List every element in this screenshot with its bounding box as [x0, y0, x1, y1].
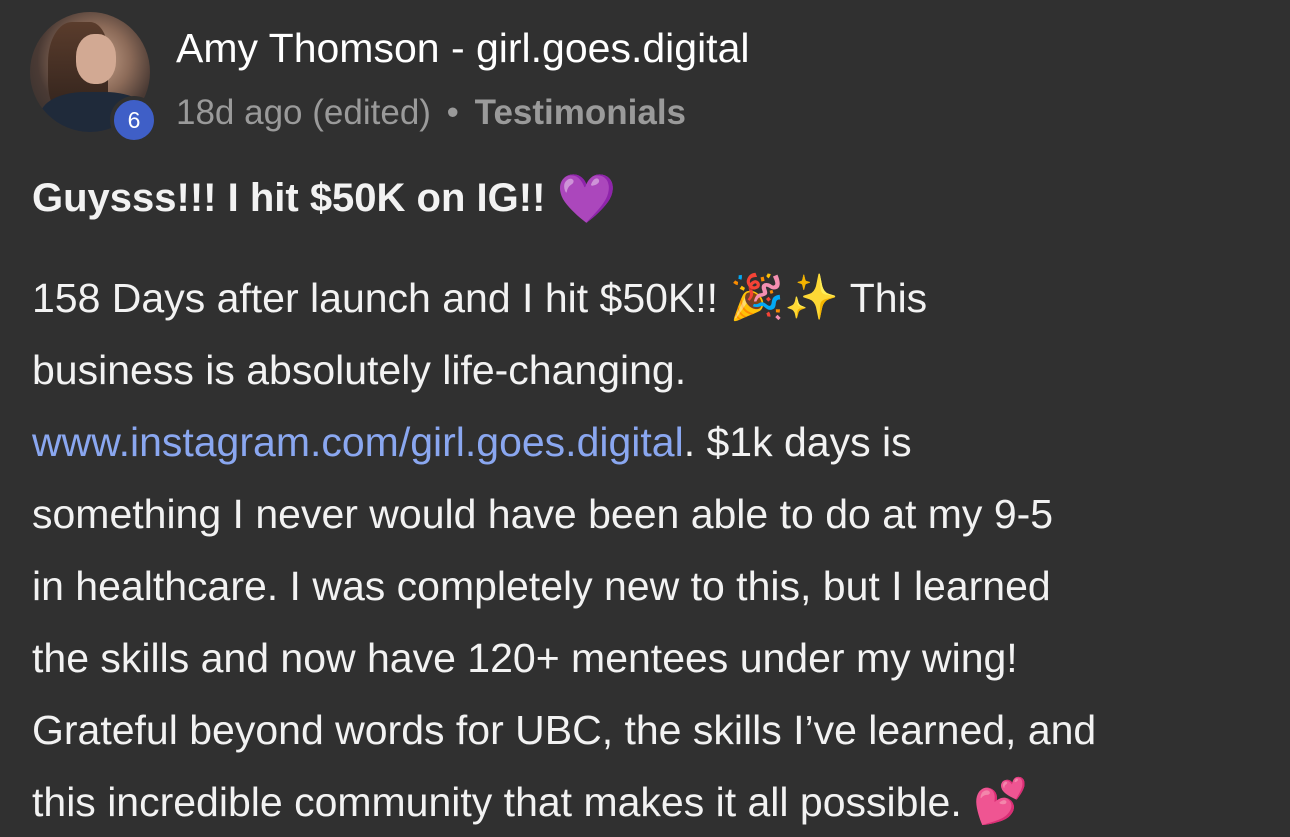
- instagram-link[interactable]: www.instagram.com/girl.goes.digital: [32, 419, 684, 465]
- body-line-1-text: 158 Days after launch and I hit $50K!!: [32, 275, 719, 321]
- body-line-5: in healthcare. I was completely new to t…: [32, 563, 1051, 609]
- post-time: 18d ago: [176, 93, 303, 132]
- post-title: Guysss!!! I hit $50K on IG!! 💜: [32, 170, 616, 227]
- edited-label: (edited): [312, 93, 431, 132]
- body-line-3-rest: . $1k days is: [683, 419, 912, 465]
- sparkles-icon: ✨: [784, 272, 840, 323]
- party-popper-icon: 🎉: [729, 272, 785, 323]
- post-meta: 18d ago (edited) • Testimonials: [176, 92, 686, 134]
- post-header: 6 Amy Thomson - girl.goes.digital 18d ag…: [30, 12, 1260, 152]
- level-badge: 6: [110, 96, 158, 144]
- purple-heart-icon: 💜: [556, 171, 617, 227]
- body-line-8: this incredible community that makes it …: [32, 766, 1272, 837]
- body-line-1-end: This: [849, 275, 928, 321]
- body-line-6: the skills and now have 120+ mentees und…: [32, 635, 1018, 681]
- author-name[interactable]: Amy Thomson - girl.goes.digital: [176, 24, 749, 72]
- body-line-8-text: this incredible community that makes it …: [32, 779, 962, 825]
- two-hearts-icon: 💕: [973, 776, 1028, 827]
- post-body: 158 Days after launch and I hit $50K!! 🎉…: [32, 262, 1272, 837]
- post-title-text: Guysss!!! I hit $50K on IG!!: [32, 176, 546, 220]
- body-line-3: www.instagram.com/girl.goes.digital. $1k…: [32, 406, 1272, 478]
- post-category[interactable]: Testimonials: [475, 93, 686, 132]
- avatar-face: [76, 34, 116, 84]
- body-line-1: 158 Days after launch and I hit $50K!! 🎉…: [32, 262, 1272, 334]
- body-line-7: Grateful beyond words for UBC, the skill…: [32, 707, 1097, 753]
- body-line-4: something I never would have been able t…: [32, 491, 1054, 537]
- body-line-2: business is absolutely life-changing.: [32, 347, 687, 393]
- meta-separator: •: [446, 93, 459, 132]
